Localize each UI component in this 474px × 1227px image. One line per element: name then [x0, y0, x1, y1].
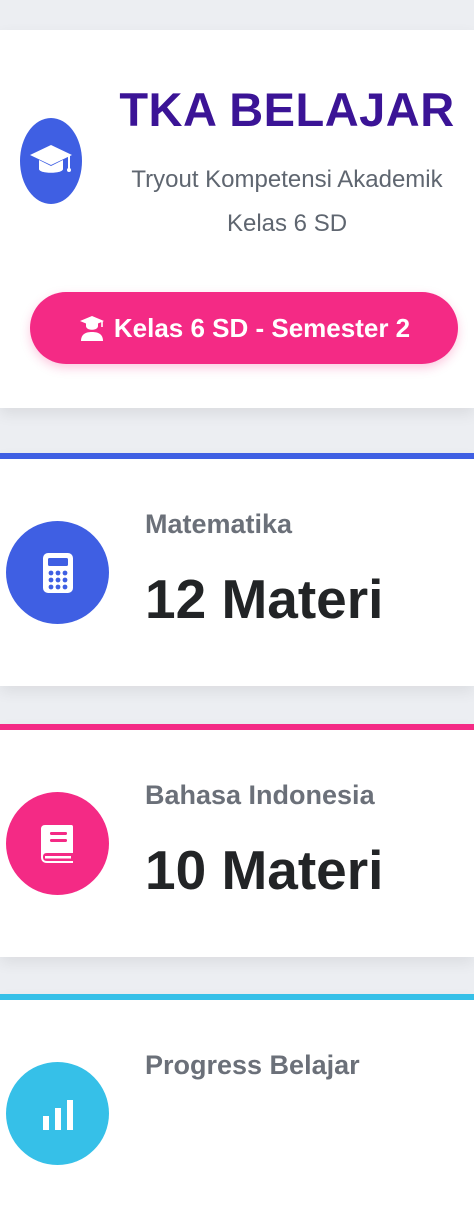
header-card: TKA BELAJAR Tryout Kompetensi Akademik K…	[0, 30, 474, 408]
stat-label: Matematika	[145, 509, 293, 539]
card-accent-bar	[0, 724, 474, 730]
stat-value: 10 Materi	[145, 839, 384, 901]
stat-label: Bahasa Indonesia	[145, 780, 375, 810]
class-semester-button[interactable]: Kelas 6 SD - Semester 2	[30, 292, 458, 364]
app-logo	[20, 118, 82, 204]
app-title: TKA BELAJAR	[119, 83, 455, 136]
graduation-cap-icon	[30, 145, 72, 173]
card-accent-bar	[0, 994, 474, 1000]
app-class-label: Kelas 6 SD	[226, 210, 348, 237]
graduate-user-icon	[79, 316, 104, 341]
calculator-icon	[42, 552, 73, 593]
app-subtitle: Tryout Kompetensi Akademik	[131, 166, 443, 193]
stat-icon-circle	[6, 1062, 109, 1165]
stat-card-progress-belajar[interactable]: Progress Belajar	[0, 994, 474, 1227]
progress-icon	[42, 1099, 73, 1130]
stat-icon-circle	[6, 792, 109, 895]
stat-icon-circle	[6, 521, 109, 624]
stat-card-bahasa-indonesia[interactable]: Bahasa Indonesia 10 Materi	[0, 724, 474, 957]
book-icon	[40, 824, 73, 863]
stat-label: Progress Belajar	[145, 1050, 360, 1080]
card-accent-bar	[0, 453, 474, 459]
stat-value: 12 Materi	[145, 568, 384, 630]
class-semester-label: Kelas 6 SD - Semester 2	[113, 312, 411, 343]
stat-card-matematika[interactable]: Matematika 12 Materi	[0, 453, 474, 686]
